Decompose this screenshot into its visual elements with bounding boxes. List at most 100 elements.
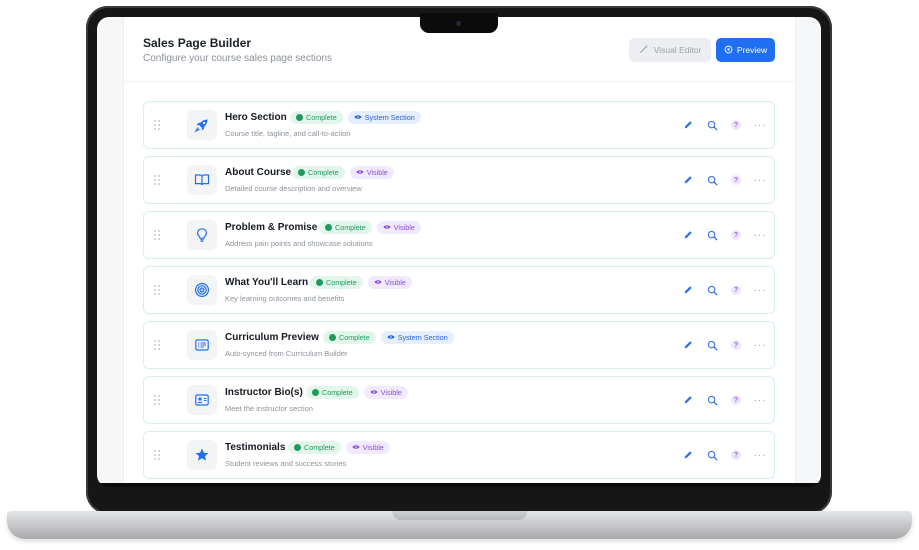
more-menu-icon[interactable]: ··· — [748, 118, 772, 132]
trackpad-notch — [392, 511, 527, 520]
visibility-badge: System Section — [347, 111, 421, 124]
status-label: Complete — [306, 113, 337, 122]
badge-group: Complete System Section — [290, 111, 421, 124]
drag-handle-icon[interactable] — [154, 228, 162, 240]
section-title: Instructor Bio(s) — [225, 387, 303, 398]
section-description: Course title, tagline, and call-to-actio… — [225, 129, 351, 138]
visual-editor-label: Visual Editor — [653, 45, 702, 55]
star-icon — [187, 440, 217, 470]
visibility-badge: Visible — [367, 276, 412, 289]
section-title: Curriculum Preview — [225, 332, 319, 343]
section-row-curriculum[interactable]: Curriculum Preview Complete System Secti… — [143, 321, 775, 369]
visual-editor-button[interactable]: Visual Editor — [629, 38, 711, 62]
visibility-label: Visible — [362, 443, 384, 452]
row-actions: ? ··· — [676, 228, 772, 242]
badge-group: Complete Visible — [292, 166, 394, 179]
drag-handle-icon[interactable] — [154, 393, 162, 405]
row-actions: ? ··· — [676, 118, 772, 132]
row-actions: ? ··· — [676, 393, 772, 407]
help-icon[interactable]: ? — [731, 395, 741, 405]
eye-icon — [370, 388, 378, 397]
edit-pencil-icon[interactable] — [676, 283, 700, 297]
badge-group: Complete Visible — [310, 276, 412, 289]
laptop-base — [7, 511, 912, 539]
help-icon[interactable]: ? — [731, 230, 741, 240]
visibility-label: Visible — [366, 168, 388, 177]
status-label: Complete — [308, 168, 339, 177]
lightbulb-icon — [187, 220, 217, 250]
edit-pencil-icon[interactable] — [676, 228, 700, 242]
section-description: Meet the instructor section — [225, 404, 313, 413]
more-menu-icon[interactable]: ··· — [748, 338, 772, 352]
page-title: Sales Page Builder — [143, 36, 252, 50]
status-badge: Complete — [323, 331, 376, 344]
visibility-label: System Section — [397, 333, 448, 342]
section-row-about[interactable]: About Course Complete Visible Detailed c… — [143, 156, 775, 204]
edit-pencil-icon[interactable] — [676, 173, 700, 187]
badge-group: Complete Visible — [288, 441, 390, 454]
edit-pencil-icon[interactable] — [676, 393, 700, 407]
section-title: About Course — [225, 167, 292, 178]
book-icon — [187, 165, 217, 195]
status-badge: Complete — [310, 276, 363, 289]
seo-search-icon[interactable] — [700, 448, 724, 462]
drag-handle-icon[interactable] — [154, 173, 162, 185]
seo-search-icon[interactable] — [700, 338, 724, 352]
more-menu-icon[interactable]: ··· — [748, 393, 772, 407]
section-row-instructor[interactable]: Instructor Bio(s) Complete Visible Meet … — [143, 376, 775, 424]
section-row-hero[interactable]: Hero Section Complete System Section Cou… — [143, 101, 775, 149]
visibility-label: Visible — [384, 278, 406, 287]
section-row-problem[interactable]: Problem & Promise Complete Visible Addre… — [143, 211, 775, 259]
seo-search-icon[interactable] — [700, 118, 724, 132]
eye-icon — [724, 45, 733, 56]
drag-handle-icon[interactable] — [154, 118, 162, 130]
magic-wand-icon — [639, 44, 649, 56]
status-badge: Complete — [292, 166, 345, 179]
badge-group: Complete Visible — [306, 386, 408, 399]
more-menu-icon[interactable]: ··· — [748, 173, 772, 187]
visibility-label: Visible — [380, 388, 402, 397]
edit-pencil-icon[interactable] — [676, 338, 700, 352]
eye-icon — [374, 278, 382, 287]
list-card-icon — [187, 330, 217, 360]
help-icon[interactable]: ? — [731, 450, 741, 460]
status-badge: Complete — [290, 111, 343, 124]
more-menu-icon[interactable]: ··· — [748, 228, 772, 242]
help-icon[interactable]: ? — [731, 285, 741, 295]
section-title: Hero Section — [225, 112, 287, 123]
drag-handle-icon[interactable] — [154, 448, 162, 460]
eye-icon — [383, 223, 391, 232]
laptop-screen: Sales Page Builder Configure your course… — [97, 17, 821, 487]
edit-pencil-icon[interactable] — [676, 448, 700, 462]
drag-handle-icon[interactable] — [154, 338, 162, 350]
preview-button[interactable]: Preview — [716, 38, 775, 62]
seo-search-icon[interactable] — [700, 228, 724, 242]
status-label: Complete — [339, 333, 370, 342]
more-menu-icon[interactable]: ··· — [748, 283, 772, 297]
preview-label: Preview — [736, 45, 768, 55]
seo-search-icon[interactable] — [700, 283, 724, 297]
help-icon[interactable]: ? — [731, 175, 741, 185]
more-menu-icon[interactable]: ··· — [748, 448, 772, 462]
section-row-testimonials[interactable]: Testimonials Complete Visible Student re… — [143, 431, 775, 479]
status-badge: Complete — [288, 441, 341, 454]
visibility-badge: Visible — [363, 386, 408, 399]
row-actions: ? ··· — [676, 338, 772, 352]
section-title: Problem & Promise — [225, 222, 318, 233]
seo-search-icon[interactable] — [700, 173, 724, 187]
eye-icon — [356, 168, 364, 177]
help-icon[interactable]: ? — [731, 340, 741, 350]
section-description: Student reviews and success stories — [225, 459, 347, 468]
visibility-badge: Visible — [376, 221, 421, 234]
edit-pencil-icon[interactable] — [676, 118, 700, 132]
visibility-badge: Visible — [349, 166, 394, 179]
camera-icon — [456, 21, 461, 26]
target-icon — [187, 275, 217, 305]
check-circle-icon — [325, 224, 332, 231]
badge-group: Complete System Section — [323, 331, 454, 344]
section-row-learn[interactable]: What You'll Learn Complete Visible Key l… — [143, 266, 775, 314]
drag-handle-icon[interactable] — [154, 283, 162, 295]
seo-search-icon[interactable] — [700, 393, 724, 407]
help-icon[interactable]: ? — [731, 120, 741, 130]
section-description: Address pain points and showcase solutio… — [225, 239, 373, 248]
